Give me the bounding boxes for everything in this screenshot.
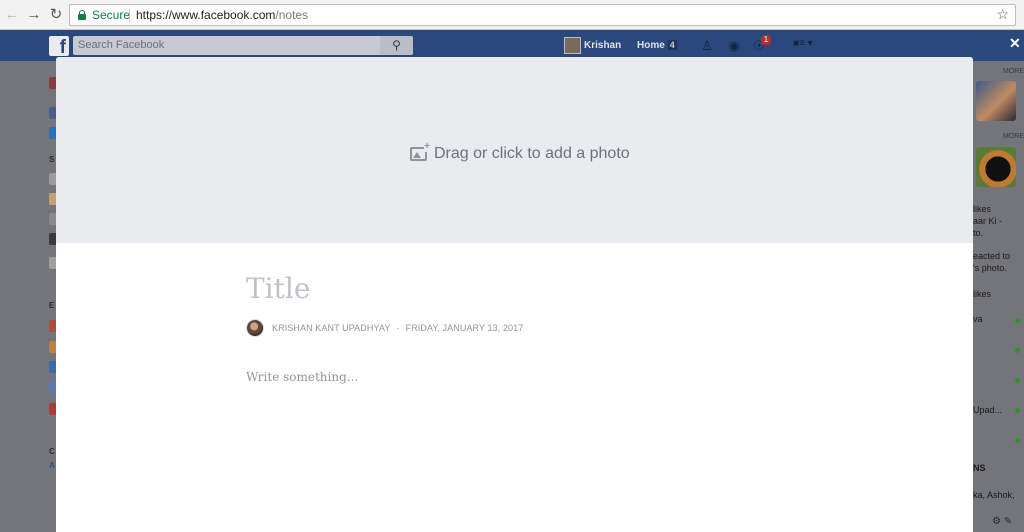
chat-settings-icon[interactable]: ⚙ ✎ xyxy=(992,516,1012,527)
note-byline: KRISHAN KANT UPADHYAY · FRIDAY, JANUARY … xyxy=(246,319,523,337)
sidebar-heading: NS xyxy=(973,463,986,473)
facebook-logo-icon[interactable]: f xyxy=(49,36,69,56)
feed-snippet: to. xyxy=(973,228,984,238)
online-status-dot xyxy=(1015,378,1020,383)
feed-snippet: likes xyxy=(973,289,992,299)
note-title-input[interactable]: Title xyxy=(246,272,310,305)
browser-toolbar: ← → ↻ Secure https://www.facebook.com/no… xyxy=(0,0,1024,30)
add-photo-icon: + xyxy=(410,142,430,161)
search-icon[interactable]: ⚲ xyxy=(380,36,413,55)
profile-link[interactable]: Krishan xyxy=(564,37,622,55)
sidebar-link: A xyxy=(49,461,55,470)
forward-arrow-icon[interactable]: → xyxy=(25,6,43,24)
address-divider xyxy=(129,9,130,22)
avatar xyxy=(246,319,264,337)
note-body-input[interactable]: Write something... xyxy=(246,370,358,384)
more-link[interactable]: MORE xyxy=(1003,133,1024,140)
more-link[interactable]: MORE xyxy=(1003,68,1024,75)
note-editor-dialog: + Drag or click to add a photo Title KRI… xyxy=(56,57,973,532)
sidebar-heading: E xyxy=(49,301,55,310)
sidebar-heading: S xyxy=(49,155,55,164)
feed-snippet: aar Ki - xyxy=(973,216,1003,226)
byline-separator: · xyxy=(396,323,400,333)
home-link[interactable]: Home 4 xyxy=(637,40,677,51)
sidebar-heading: C xyxy=(49,447,55,456)
feed-snippet: eacted to xyxy=(973,251,1011,261)
online-status-dot xyxy=(1015,348,1020,353)
contact-names: ka, Ashok, xyxy=(973,490,1015,500)
online-status-dot xyxy=(1015,408,1020,413)
billiards-game-thumbnail[interactable] xyxy=(976,147,1016,187)
home-label: Home xyxy=(637,40,665,51)
facebook-search-input[interactable]: Search Facebook ⚲ xyxy=(73,36,413,55)
contact-name[interactable]: va xyxy=(973,314,983,324)
add-photo-prompt[interactable]: + Drag or click to add a photo xyxy=(410,142,630,164)
user-name: Krishan xyxy=(584,40,622,52)
author-name[interactable]: KRISHAN KANT UPADHYAY xyxy=(272,323,390,333)
search-placeholder: Search Facebook xyxy=(78,39,165,51)
note-date: FRIDAY, JANUARY 13, 2017 xyxy=(405,323,524,333)
avatar xyxy=(564,37,581,55)
settings-menu-icon[interactable]: ■≡ ▾ xyxy=(793,38,813,49)
online-status-dot xyxy=(1015,318,1020,323)
reload-icon[interactable]: ↻ xyxy=(47,6,65,24)
add-photo-label: Drag or click to add a photo xyxy=(434,145,630,162)
address-bar[interactable]: Secure https://www.facebook.com/notes ☆ xyxy=(69,4,1016,26)
back-arrow-icon[interactable]: ← xyxy=(3,6,21,24)
game-thumbnail[interactable] xyxy=(976,81,1016,121)
feed-snippet: 's photo. xyxy=(973,263,1007,273)
notification-badge: 1 xyxy=(761,35,771,45)
online-status-dot xyxy=(1015,438,1020,443)
messages-icon[interactable]: ◉ xyxy=(726,38,742,53)
url-path: /notes xyxy=(275,8,309,22)
url-text[interactable]: https://www.facebook.com/notes xyxy=(136,8,308,22)
left-sidebar: S E C A xyxy=(0,61,57,532)
url-host: https://www.facebook.com xyxy=(136,8,276,22)
close-icon[interactable]: ✕ xyxy=(1009,35,1021,52)
home-count: 4 xyxy=(667,40,677,50)
feed-snippet: likes xyxy=(973,204,992,214)
contact-name[interactable]: Upad... xyxy=(973,405,1002,415)
secure-label: Secure xyxy=(92,8,131,22)
cover-photo-dropzone[interactable]: + Drag or click to add a photo xyxy=(56,57,973,243)
star-icon[interactable]: ☆ xyxy=(996,6,1009,23)
friend-requests-icon[interactable]: ♙ xyxy=(699,38,715,53)
lock-icon xyxy=(78,10,86,20)
